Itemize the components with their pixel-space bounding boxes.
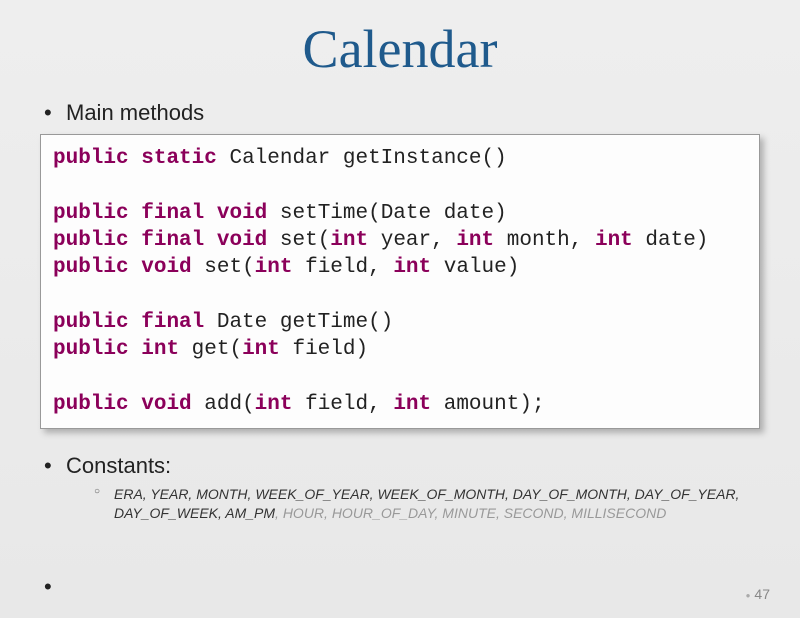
bullet-constants: Constants: ERA, YEAR, MONTH, WEEK_OF_YEA… [44,453,768,523]
code-block: public static Calendar getInstance() pub… [40,134,760,429]
empty-bullet: • [44,574,52,600]
slide-title: Calendar [32,18,768,80]
constants-list: ERA, YEAR, MONTH, WEEK_OF_YEAR, WEEK_OF_… [94,485,768,523]
bullet-main-methods: Main methods [44,100,768,126]
